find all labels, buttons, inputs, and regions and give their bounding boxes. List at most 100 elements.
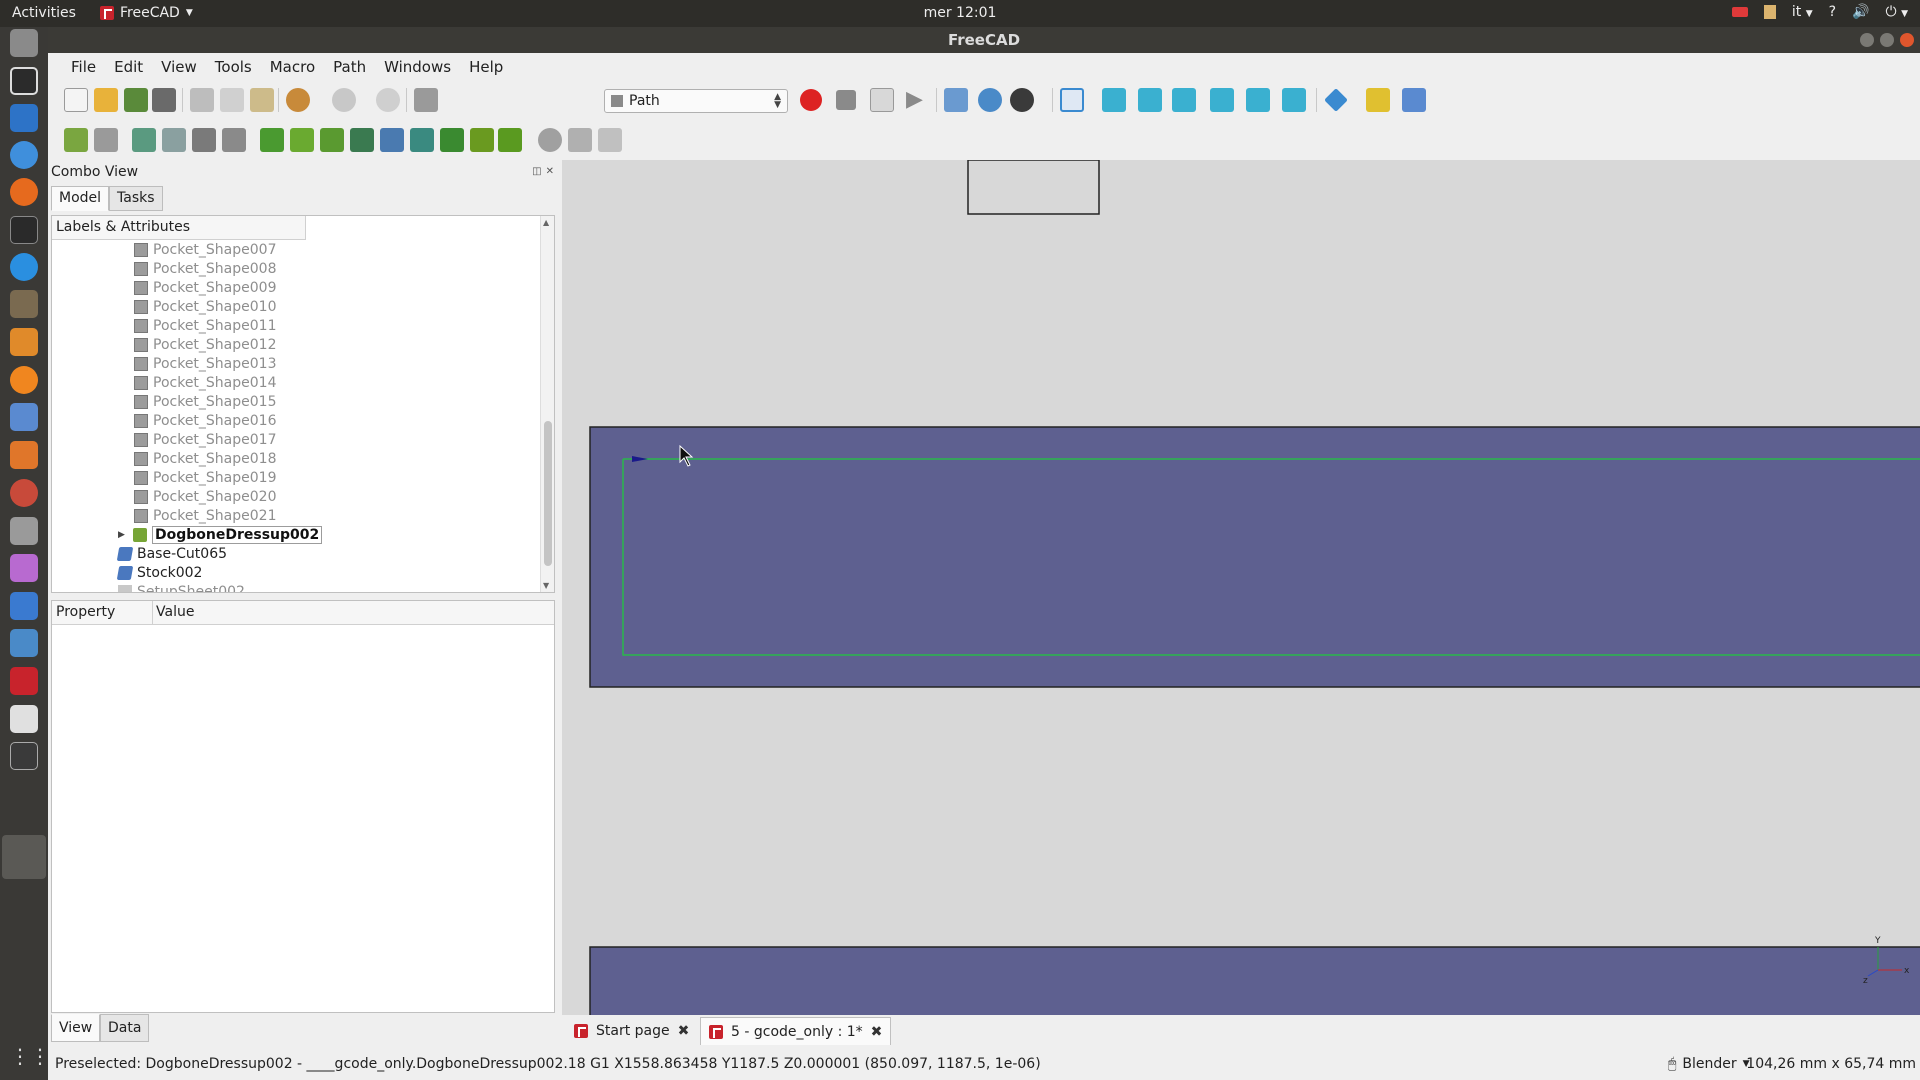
float-icon[interactable]: ◫ xyxy=(532,166,541,177)
media-icon[interactable] xyxy=(10,554,38,582)
tree-item[interactable]: Pocket_Shape012 xyxy=(134,335,276,354)
undo-icon[interactable] xyxy=(286,88,310,112)
stock-face-lower[interactable] xyxy=(589,946,1920,1015)
impress-icon[interactable] xyxy=(10,403,38,431)
array-icon[interactable] xyxy=(538,128,562,152)
navigation-style-selector[interactable]: 🖱 Blender ▼ xyxy=(1668,1056,1750,1072)
fit-selection-icon[interactable] xyxy=(978,88,1002,112)
helix-icon[interactable] xyxy=(380,128,404,152)
close-icon[interactable] xyxy=(1900,33,1914,47)
screenshot-icon[interactable] xyxy=(10,517,38,545)
engrave-icon[interactable] xyxy=(440,128,464,152)
inspect-icon[interactable] xyxy=(132,128,156,152)
menu-help[interactable]: Help xyxy=(460,58,512,76)
tree-item[interactable]: Pocket_Shape010 xyxy=(134,297,276,316)
diagram-icon[interactable] xyxy=(10,328,38,356)
scroll-down-icon[interactable]: ▼ xyxy=(543,581,549,590)
pocket-shape-icon[interactable] xyxy=(320,128,344,152)
software-center-icon[interactable] xyxy=(10,441,38,469)
edit-macro-icon[interactable] xyxy=(870,88,894,112)
simulate-icon[interactable] xyxy=(162,128,186,152)
volume-icon[interactable]: 🔊 xyxy=(1852,4,1869,20)
files-icon[interactable] xyxy=(10,29,38,57)
print-icon[interactable] xyxy=(152,88,176,112)
menu-windows[interactable]: Windows xyxy=(375,58,460,76)
activities-button[interactable]: Activities xyxy=(12,5,76,21)
run-macro-icon[interactable]: ▶ xyxy=(906,88,930,112)
close-tab-icon[interactable]: ✖ xyxy=(678,1023,690,1039)
tree-item[interactable]: Pocket_Shape007 xyxy=(134,240,276,259)
copy-icon[interactable] xyxy=(220,88,244,112)
stock-face[interactable] xyxy=(589,426,1920,688)
tab-start-page[interactable]: Start page ✖ xyxy=(566,1017,697,1045)
maximize-icon[interactable] xyxy=(1880,33,1894,47)
tree-item[interactable]: Pocket_Shape018 xyxy=(134,449,276,468)
measure-distance-icon[interactable] xyxy=(1324,88,1348,112)
power-icon[interactable]: ⏻ ▼ xyxy=(1886,4,1908,20)
dressup-icon[interactable] xyxy=(470,128,494,152)
virtualbox-icon[interactable] xyxy=(10,629,38,657)
mill-face-icon[interactable] xyxy=(350,128,374,152)
workbench-selector[interactable]: Path ▲ ▼ xyxy=(604,89,788,113)
camera-icon[interactable] xyxy=(1731,7,1748,17)
fit-all-icon[interactable] xyxy=(944,88,968,112)
post-process-icon[interactable] xyxy=(94,128,118,152)
text-editor-icon[interactable] xyxy=(10,705,38,733)
new-file-icon[interactable] xyxy=(64,88,88,112)
tree-item[interactable]: SetupSheet002 xyxy=(118,582,245,592)
tree-item[interactable]: Pocket_Shape013 xyxy=(134,354,276,373)
blender-icon[interactable] xyxy=(10,366,38,394)
tree-item[interactable]: Pocket_Shape017 xyxy=(134,430,276,449)
freecad-dock-icon[interactable] xyxy=(10,667,38,695)
cut-icon[interactable] xyxy=(190,88,214,112)
whats-this-icon[interactable] xyxy=(414,88,438,112)
tree-item[interactable]: Pocket_Shape019 xyxy=(134,468,276,487)
redo-icon[interactable] xyxy=(332,88,356,112)
tab-data[interactable]: Data xyxy=(100,1014,150,1042)
3d-viewport[interactable]: Y x z xyxy=(562,160,1920,1015)
menu-path[interactable]: Path xyxy=(324,58,375,76)
view-front-icon[interactable] xyxy=(1102,88,1126,112)
tree-item[interactable]: Pocket_Shape015 xyxy=(134,392,276,411)
pocket-icon[interactable] xyxy=(290,128,314,152)
clipboard-icon[interactable] xyxy=(1763,5,1776,19)
refresh-icon[interactable] xyxy=(376,88,400,112)
tree-item[interactable]: Pocket_Shape020 xyxy=(134,487,276,506)
tab-view[interactable]: View xyxy=(51,1014,101,1042)
tree-item[interactable]: Pocket_Shape016 xyxy=(134,411,276,430)
menu-view[interactable]: View xyxy=(152,58,206,76)
tree-item[interactable]: Pocket_Shape008 xyxy=(134,259,276,278)
record-macro-icon[interactable] xyxy=(800,89,822,111)
path-job-icon[interactable] xyxy=(64,128,88,152)
tab-gcode-only[interactable]: 5 - gcode_only : 1* ✖ xyxy=(700,1017,892,1045)
column-divider[interactable] xyxy=(152,601,153,625)
show-apps-icon[interactable]: ⋮⋮ xyxy=(10,1042,50,1070)
profile-icon[interactable] xyxy=(260,128,284,152)
tree-item[interactable]: Stock002 xyxy=(116,563,202,582)
menu-file[interactable]: File xyxy=(62,58,105,76)
app-menu[interactable]: FreeCAD ▼ xyxy=(100,5,193,21)
tree-item[interactable]: Pocket_Shape014 xyxy=(134,373,276,392)
scrollbar-thumb[interactable] xyxy=(544,421,552,566)
view-left-icon[interactable] xyxy=(1282,88,1306,112)
tree-scrollbar[interactable]: ▲ ▼ xyxy=(540,216,554,592)
minimize-icon[interactable] xyxy=(1860,33,1874,47)
chromium-icon[interactable] xyxy=(10,141,38,169)
tree-item[interactable]: Pocket_Shape021 xyxy=(134,506,276,525)
view-right-icon[interactable] xyxy=(1172,88,1196,112)
deburr-icon[interactable] xyxy=(498,128,522,152)
terminal-icon[interactable] xyxy=(10,216,38,244)
view-rear-icon[interactable] xyxy=(1210,88,1234,112)
gimp-icon[interactable] xyxy=(10,290,38,318)
create-part-icon[interactable] xyxy=(1366,88,1390,112)
tool-library-icon[interactable] xyxy=(192,128,216,152)
inkscape-icon[interactable] xyxy=(10,67,38,95)
writer-icon[interactable] xyxy=(10,104,38,132)
paste-icon[interactable] xyxy=(250,88,274,112)
video-editor-icon[interactable] xyxy=(10,742,38,770)
surface-icon[interactable] xyxy=(568,128,592,152)
create-group-icon[interactable] xyxy=(1402,88,1426,112)
help-icon[interactable]: ? xyxy=(1829,4,1836,20)
tree-item[interactable]: Pocket_Shape009 xyxy=(134,278,276,297)
settings-icon[interactable] xyxy=(10,479,38,507)
